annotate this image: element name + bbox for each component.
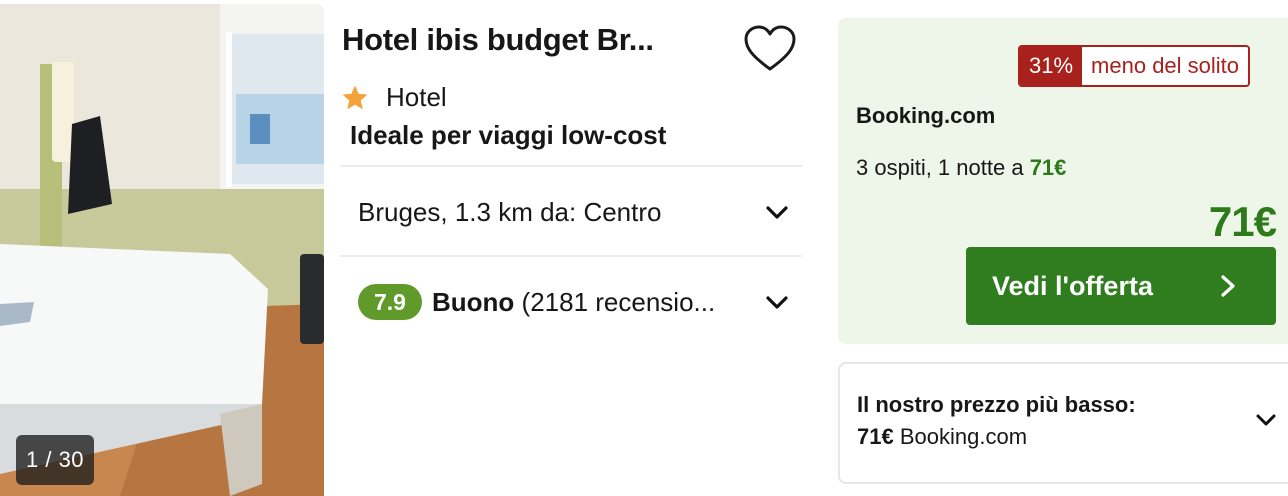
location-row[interactable]: Bruges, 1.3 km da: Centro [358, 182, 798, 242]
chevron-down-icon [766, 296, 788, 309]
chevron-down-icon [1256, 414, 1276, 426]
heart-outline-icon [744, 25, 796, 71]
favorite-button[interactable] [742, 22, 798, 76]
lowest-price-card[interactable]: Il nostro prezzo più basso: 71€ Booking.… [838, 362, 1288, 484]
deal-price: 71€ [1208, 198, 1277, 245]
star-icon [342, 85, 368, 109]
stay-prefix: 3 ospiti, 1 notte a [856, 155, 1024, 180]
discount-percent: 31% [1020, 47, 1083, 85]
chevron-down-icon [766, 206, 788, 219]
stay-price: 71€ [1029, 155, 1067, 180]
hotel-type: Hotel [340, 82, 447, 113]
lowest-price-value: 71€ [857, 424, 894, 449]
discount-label: meno del solito [1082, 47, 1249, 85]
lowest-price-line: 71€ Booking.com [857, 424, 1027, 450]
review-count: (2181 recensio... [521, 286, 716, 317]
hotel-name[interactable]: Hotel ibis budget Br... [342, 22, 654, 58]
view-deal-button[interactable]: Vedi l'offerta [966, 247, 1276, 325]
deal-provider: Booking.com [856, 103, 996, 128]
deal-card[interactable]: 31% meno del solito Booking.com 3 ospiti… [838, 18, 1288, 344]
photo-counter: 1 / 30 [16, 435, 95, 485]
stay-details: 3 ospiti, 1 notte a 71€ [856, 155, 1066, 181]
rating-row[interactable]: 7.9 Buono (2181 recensio... [358, 272, 798, 332]
view-deal-label: Vedi l'offerta [992, 270, 1153, 301]
rating-label: Buono [431, 286, 515, 317]
hotel-type-label: Hotel [386, 82, 447, 112]
hotel-tagline: Ideale per viaggi low-cost [350, 120, 667, 150]
rating-text: Buono (2181 recensio... [432, 287, 715, 318]
hotel-room-image [0, 4, 324, 496]
hotel-photo[interactable]: 1 / 30 [0, 4, 324, 496]
divider [340, 165, 802, 167]
location-text: Bruges, 1.3 km da: Centro [358, 196, 662, 227]
chevron-right-icon [1221, 275, 1235, 297]
lowest-price-provider: Booking.com [899, 424, 1028, 449]
discount-badge: 31% meno del solito [1018, 45, 1251, 87]
rating-score-badge: 7.9 [358, 284, 422, 320]
lowest-price-title: Il nostro prezzo più basso: [857, 392, 1136, 417]
divider [340, 255, 802, 257]
